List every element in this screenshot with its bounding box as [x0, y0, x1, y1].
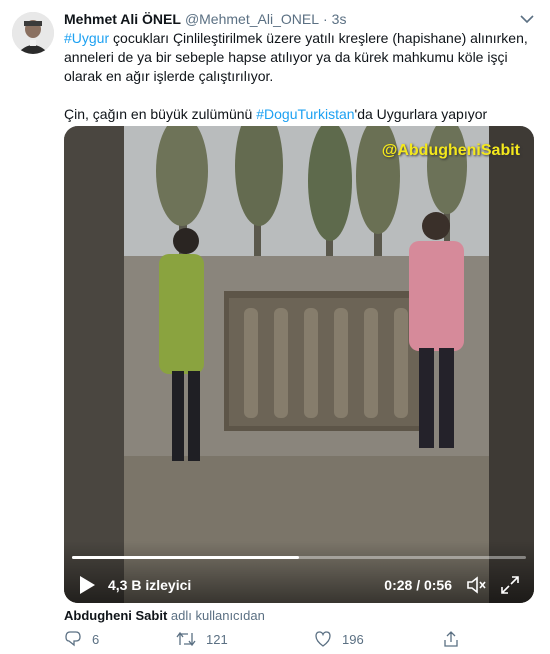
- tweet-header: Mehmet Ali ÖNEL @Mehmet_Ali_ONEL · 3s: [64, 10, 510, 28]
- display-name[interactable]: Mehmet Ali ÖNEL: [64, 11, 181, 27]
- avatar[interactable]: [12, 12, 54, 54]
- tweet-text-line-1: #Uygur çocukları Çinlileştirilmek üzere …: [64, 29, 534, 48]
- reply-count: 6: [92, 631, 100, 647]
- tweet-text-line-3: olarak en ağır işlerde çalıştırılıyor.: [64, 68, 274, 84]
- hashtag-doguturkistan[interactable]: #DoguTurkistan: [256, 106, 354, 122]
- hashtag-uygur[interactable]: #Uygur: [64, 30, 109, 46]
- fullscreen-icon[interactable]: [500, 575, 520, 595]
- tweet[interactable]: Mehmet Ali ÖNEL @Mehmet_Ali_ONEL · 3s #U…: [0, 0, 550, 654]
- separator: ·: [322, 11, 328, 27]
- like-icon: [315, 631, 331, 647]
- video-player[interactable]: @AbdugheniSabit 4,3 B izleyici 0:28 / 0:…: [64, 126, 534, 603]
- reply-button[interactable]: 6: [64, 630, 99, 648]
- retweet-icon: [176, 631, 196, 647]
- video-frame: [64, 126, 534, 603]
- timestamp[interactable]: 3s: [332, 11, 347, 27]
- reply-icon: [65, 631, 81, 647]
- caret-down-icon[interactable]: [518, 12, 536, 26]
- retweet-count: 121: [206, 631, 228, 647]
- progress-bar[interactable]: [72, 556, 526, 559]
- play-icon[interactable]: [78, 575, 96, 595]
- tweet-text-line-2: anneleri de ya bir sebeple hapse atılıyo…: [64, 49, 508, 65]
- video-controls: 4,3 B izleyici 0:28 / 0:56: [64, 541, 534, 603]
- volume-icon[interactable]: [466, 575, 488, 595]
- share-icon: [444, 631, 458, 647]
- tweet-text: #Uygur çocukları Çinlileştirilmek üzere …: [64, 29, 534, 124]
- attribution-suffix: adlı kullanıcıdan: [170, 608, 265, 623]
- video-watermark: @AbdugheniSabit: [381, 142, 520, 159]
- tweet-text-line-4-prefix: Çin, çağın en büyük zulümünü: [64, 106, 257, 122]
- attribution-uploader[interactable]: Abdugheni Sabit: [64, 608, 167, 623]
- view-count: 4,3 B izleyici: [108, 577, 192, 593]
- video-time: 0:28 / 0:56: [384, 577, 452, 593]
- retweet-button[interactable]: 121: [176, 630, 228, 648]
- tweet-text-line-4-suffix: 'da Uygurlara yapıyor: [354, 106, 488, 122]
- media-attribution: Abdugheni Sabit adlı kullanıcıdan: [64, 608, 265, 623]
- share-button[interactable]: [442, 630, 460, 648]
- progress-fill: [72, 556, 299, 559]
- tweet-text-line-4: Çin, çağın en büyük zulümünü #DoguTurkis…: [64, 105, 534, 124]
- handle[interactable]: @Mehmet_Ali_ONEL: [185, 11, 319, 27]
- like-count: 196: [342, 631, 364, 647]
- tweet-actions: 6 121 196: [64, 630, 464, 650]
- like-button[interactable]: 196: [314, 630, 364, 648]
- tweet-text-line-1-rest: çocukları Çinlileştirilmek üzere yatılı …: [109, 30, 528, 46]
